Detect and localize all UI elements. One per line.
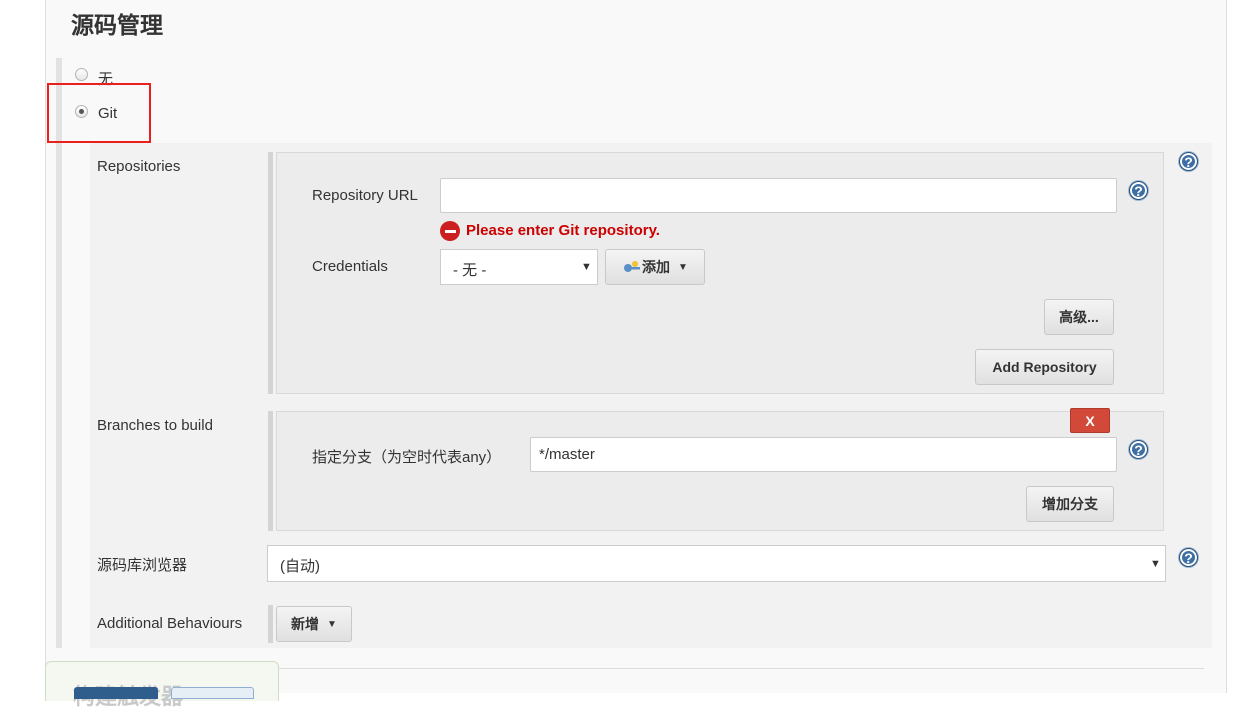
credentials-select[interactable]: - 无 - ▼: [440, 249, 598, 285]
repo-browser-select-value: (自动): [280, 558, 320, 575]
chevron-down-icon: ▼: [581, 261, 592, 273]
credentials-label: Credentials: [312, 258, 388, 275]
credentials-select-value: - 无 -: [453, 262, 487, 279]
repository-url-label: Repository URL: [312, 187, 418, 204]
add-behaviour-button[interactable]: 新增 ▼: [276, 606, 352, 642]
caret-down-icon: ▼: [327, 618, 337, 630]
save-button[interactable]: [74, 687, 158, 699]
caret-down-icon: ▼: [678, 261, 688, 273]
error-icon: [440, 221, 460, 241]
repositories-label: Repositories: [97, 158, 181, 175]
add-behaviour-label: 新增: [291, 616, 320, 632]
add-credentials-label: 添加: [642, 259, 671, 275]
advanced-button[interactable]: 高级...: [1044, 299, 1114, 335]
key-icon: [624, 261, 641, 272]
repo-browser-label: 源码库浏览器: [97, 557, 188, 574]
branch-spec-help-icon[interactable]: ?: [1129, 440, 1148, 459]
section-divider: [278, 668, 1204, 669]
chevron-down-icon: ▼: [1150, 558, 1161, 570]
repo-browser-help-icon[interactable]: ?: [1179, 548, 1198, 567]
add-repository-button[interactable]: Add Repository: [975, 349, 1114, 385]
repositories-help-icon[interactable]: ?: [1179, 152, 1198, 171]
repository-url-error: Please enter Git repository.: [466, 222, 660, 239]
branches-indent-bar: [268, 411, 273, 531]
repository-url-input[interactable]: [440, 178, 1117, 213]
repositories-indent-bar: [268, 152, 273, 394]
additional-behaviours-label: Additional Behaviours: [97, 615, 243, 632]
add-credentials-button[interactable]: 添加 ▼: [605, 249, 705, 285]
radio-none[interactable]: [75, 68, 88, 81]
branches-label: Branches to build: [97, 417, 213, 434]
add-branch-button[interactable]: 增加分支: [1026, 486, 1114, 522]
repo-browser-select[interactable]: (自动) ▼: [267, 545, 1166, 582]
behaviours-indent-bar: [268, 605, 273, 643]
repository-url-help-icon[interactable]: ?: [1129, 181, 1148, 200]
delete-branch-button[interactable]: X: [1070, 408, 1110, 433]
branch-spec-label: 指定分支（为空时代表any）: [312, 449, 502, 466]
apply-button[interactable]: [171, 687, 254, 699]
annotation-highlight-box: [47, 83, 151, 143]
section-indent-bar: [56, 58, 62, 648]
branch-spec-input[interactable]: [530, 437, 1117, 472]
section-title: 源码管理: [71, 12, 163, 38]
